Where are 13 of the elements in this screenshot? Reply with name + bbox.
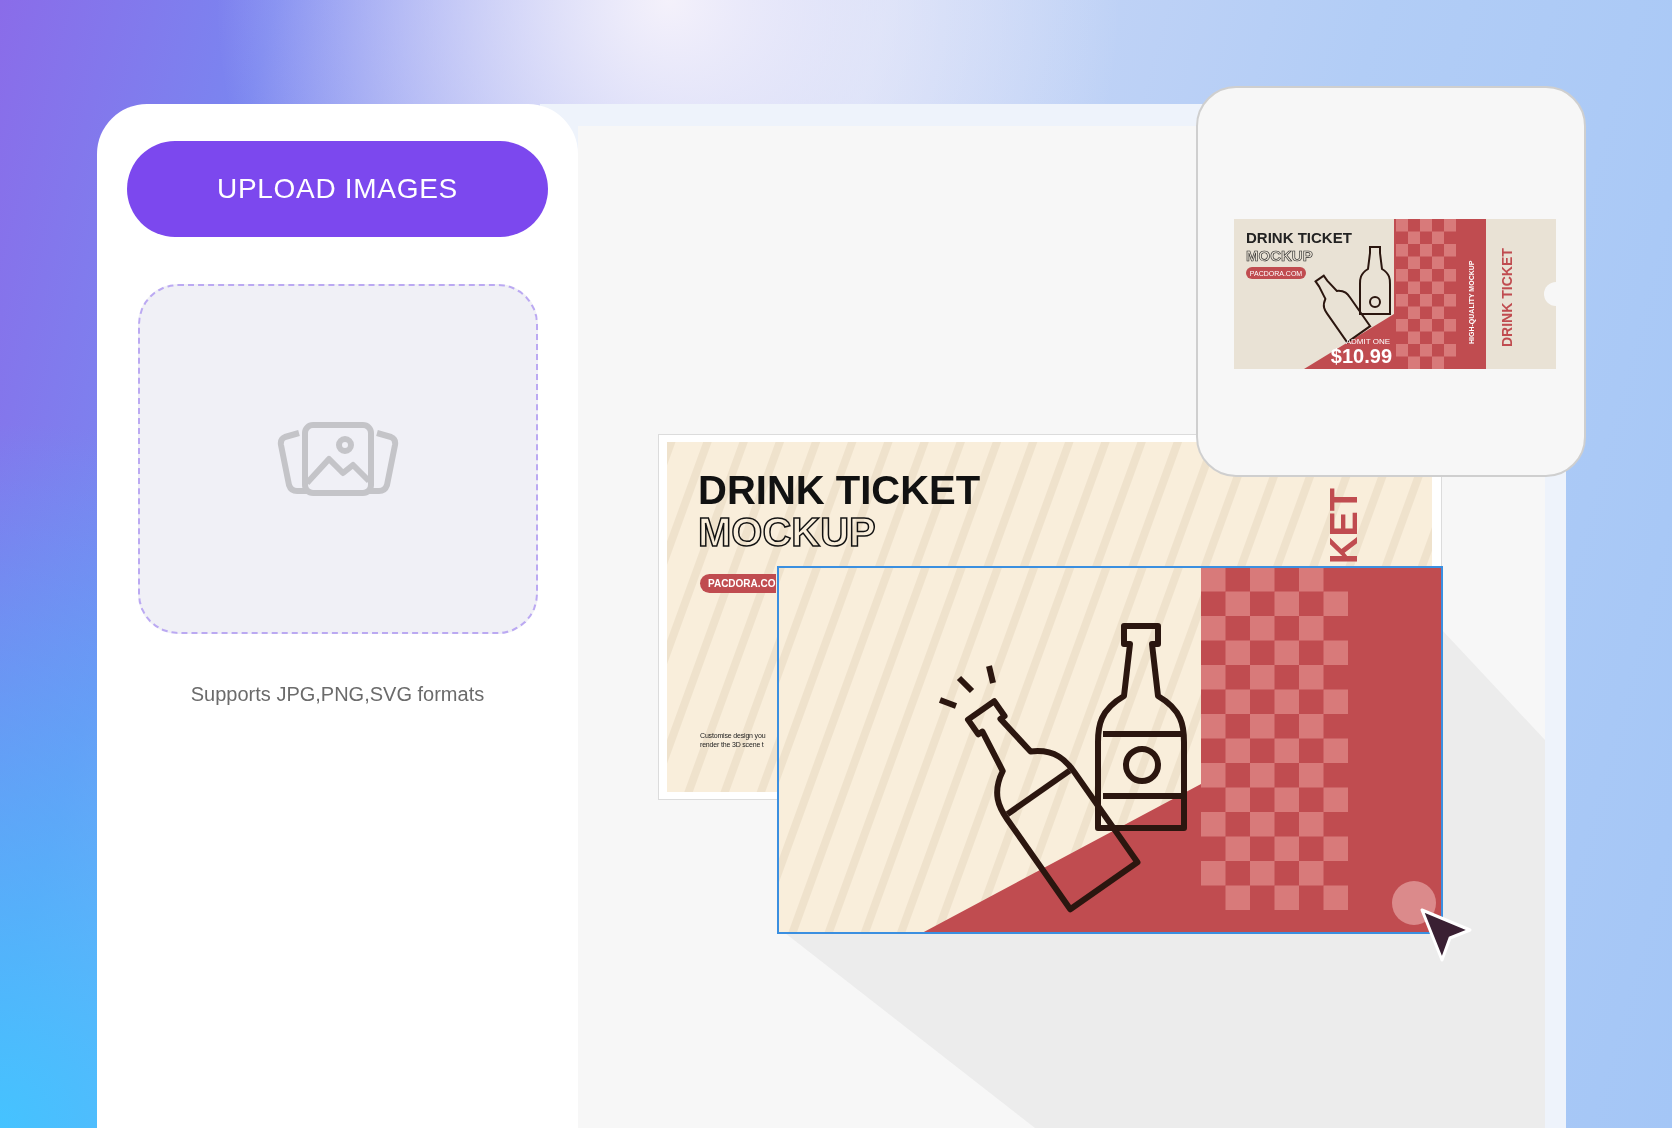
ticket-subtitle: MOCKUP [698, 512, 876, 552]
website-badge: PACDORA.CO [700, 574, 776, 593]
preview-price: $10.99 [1330, 345, 1392, 367]
preview-subtitle: MOCKUP [1246, 247, 1313, 264]
supported-formats-text: Supports JPG,PNG,SVG formats [190, 682, 485, 707]
ticket-side-text: KET [1325, 488, 1363, 564]
preview-stub-text: DRINK TICKET [1499, 248, 1515, 347]
crop-selection[interactable] [777, 566, 1443, 934]
ticket-title: DRINK TICKET [698, 470, 981, 510]
upload-images-button[interactable]: UPLOAD IMAGES [127, 141, 548, 237]
image-icon [276, 419, 399, 499]
preview-title: DRINK TICKET [1246, 229, 1352, 246]
preview-admit-text: ADMIT ONE [1345, 337, 1390, 346]
